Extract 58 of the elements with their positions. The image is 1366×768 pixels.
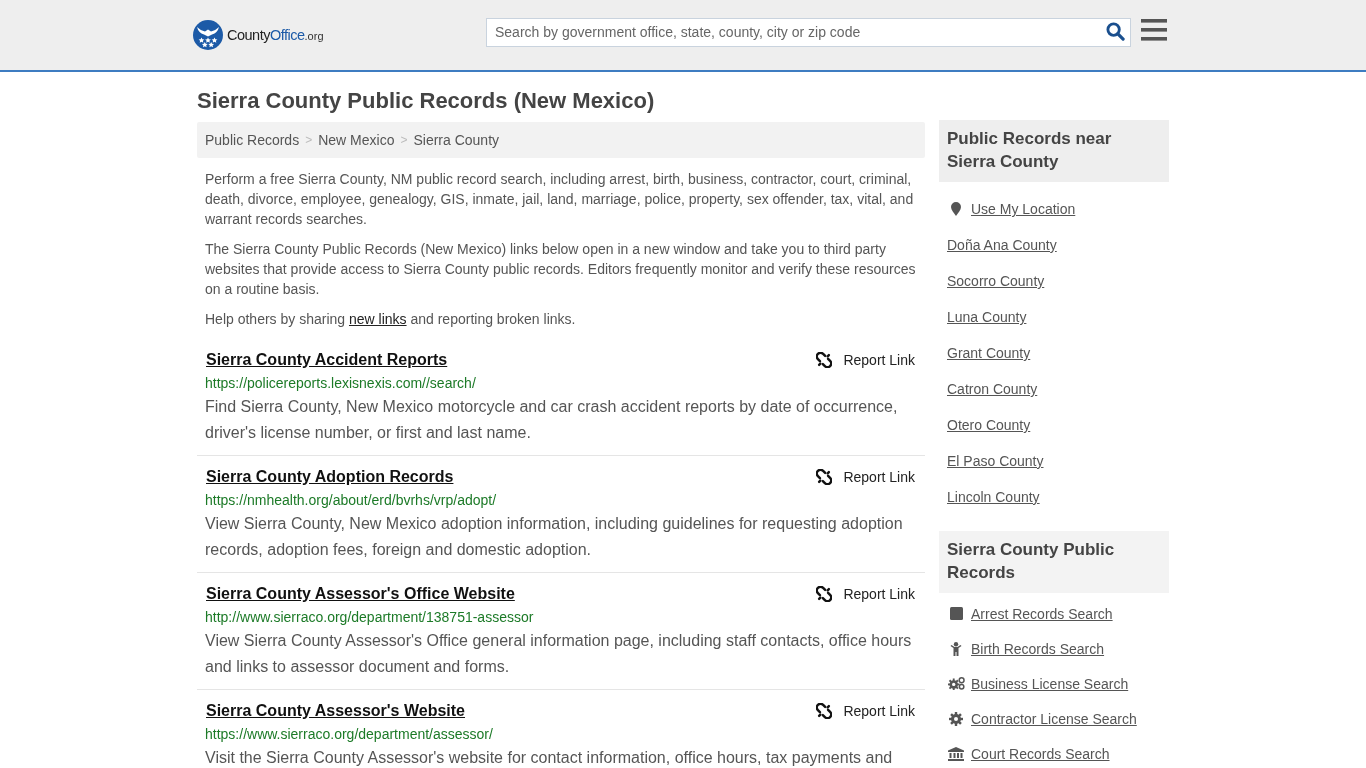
sidebar-link[interactable]: Catron County: [947, 381, 1038, 397]
report-link[interactable]: Report Link: [816, 703, 915, 719]
menu-icon[interactable]: [1141, 19, 1167, 41]
sidebar-link[interactable]: Business License Search: [971, 675, 1129, 692]
sidebar-link[interactable]: Grant County: [947, 345, 1031, 361]
intro-paragraph: Perform a free Sierra County, NM public record search, including arrest, birth, business, contractor, court, criminal, death, divorce, employee, genealogy, GIS, inmate, jail, land, marriage, police, property, sex offender, tax, vital, and warrant records searches.: [205, 170, 915, 229]
sidebar-link[interactable]: Socorro County: [947, 273, 1045, 289]
broken-link-icon: [816, 469, 833, 485]
breadcrumb-link[interactable]: New Mexico: [318, 132, 395, 148]
sidebar-link[interactable]: Contractor License Search: [971, 710, 1137, 727]
search-icon: [1105, 22, 1125, 41]
record-description: View Sierra County, New Mexico adoption information, including guidelines for requesting adoption records, adoption fees, foreign and domestic adoption.: [205, 514, 904, 560]
record-description: Visit the Sierra County Assessor's website for contact information, office hours, tax payments and: [205, 748, 894, 768]
breadcrumb-separator: >: [400, 133, 408, 147]
sidebar-link[interactable]: Otero County: [947, 417, 1031, 433]
sidebar-link[interactable]: Doña Ana County: [947, 237, 1057, 253]
record-description: View Sierra County Assessor's Office general information page, including staff contacts, office hours and links to assessor document and forms.: [205, 631, 913, 677]
child-figure-icon: [950, 641, 962, 656]
page-title: Sierra County Public Records (New Mexico): [197, 87, 656, 115]
breadcrumb-separator: >: [305, 133, 313, 147]
report-link[interactable]: Report Link: [816, 586, 915, 602]
record-url: https://www.sierraco.org/department/assessor/: [205, 725, 494, 744]
record-description: Find Sierra County, New Mexico motorcycle and car crash accident reports by date of occurrence, driver's license number, or first and last name.: [205, 397, 899, 443]
sidebar-link[interactable]: Court Records Search: [971, 745, 1110, 762]
record-title-link[interactable]: Sierra County Adoption Records: [206, 466, 454, 488]
record-title-link[interactable]: Sierra County Assessor's Website: [206, 700, 465, 722]
sidebar-link[interactable]: Use My Location: [971, 201, 1076, 217]
search-button[interactable]: [1105, 21, 1125, 42]
sidebar-link[interactable]: El Paso County: [947, 453, 1044, 469]
record-title-link[interactable]: Sierra County Accident Reports: [206, 349, 448, 371]
site-logo-text[interactable]: CountyOffice.org: [227, 27, 324, 43]
eagle-emblem-icon[interactable]: [193, 20, 223, 50]
square-icon: [949, 607, 963, 620]
map-pin-icon: [951, 202, 961, 216]
gears-icon: [947, 677, 965, 690]
sidebar-link[interactable]: Lincoln County: [947, 489, 1040, 505]
report-link[interactable]: Report Link: [816, 469, 915, 485]
record-url: https://policereports.lexisnexis.com//search/: [205, 374, 477, 393]
search-field[interactable]: Search by government office, state, county, city or zip code: [486, 17, 1131, 47]
report-link[interactable]: Report Link: [816, 352, 915, 368]
sidebar-link[interactable]: Luna County: [947, 309, 1027, 325]
record-url: http://www.sierraco.org/department/138751-assessor: [205, 608, 535, 627]
broken-link-icon: [816, 703, 833, 719]
columns-building-icon: [948, 746, 964, 761]
sidebar-link[interactable]: Arrest Records Search: [971, 605, 1113, 622]
sidebar-link[interactable]: Birth Records Search: [971, 640, 1105, 657]
broken-link-icon: [816, 586, 833, 602]
sidebar-heading: Sierra County Public Records: [939, 531, 1169, 593]
gear-icon: [949, 711, 963, 726]
breadcrumb-link[interactable]: Public Records: [205, 132, 300, 148]
intro-paragraph: Help others by sharing new links and reporting broken links.: [205, 310, 577, 329]
sidebar-heading: Public Records near Sierra County: [939, 120, 1169, 182]
record-title-link[interactable]: Sierra County Assessor's Office Website: [206, 583, 515, 605]
breadcrumb-link[interactable]: Sierra County: [413, 132, 500, 148]
intro-paragraph: The Sierra County Public Records (New Mexico) links below open in a new window and take you to third party websites that provide access to Sierra County public records. Editors frequently monitor and verify these resources on a routine basis.: [205, 240, 917, 299]
new-links-link[interactable]: new links: [348, 311, 407, 327]
broken-link-icon: [816, 352, 833, 368]
record-url: https://nmhealth.org/about/erd/bvrhs/vrp/adopt/: [205, 491, 498, 510]
